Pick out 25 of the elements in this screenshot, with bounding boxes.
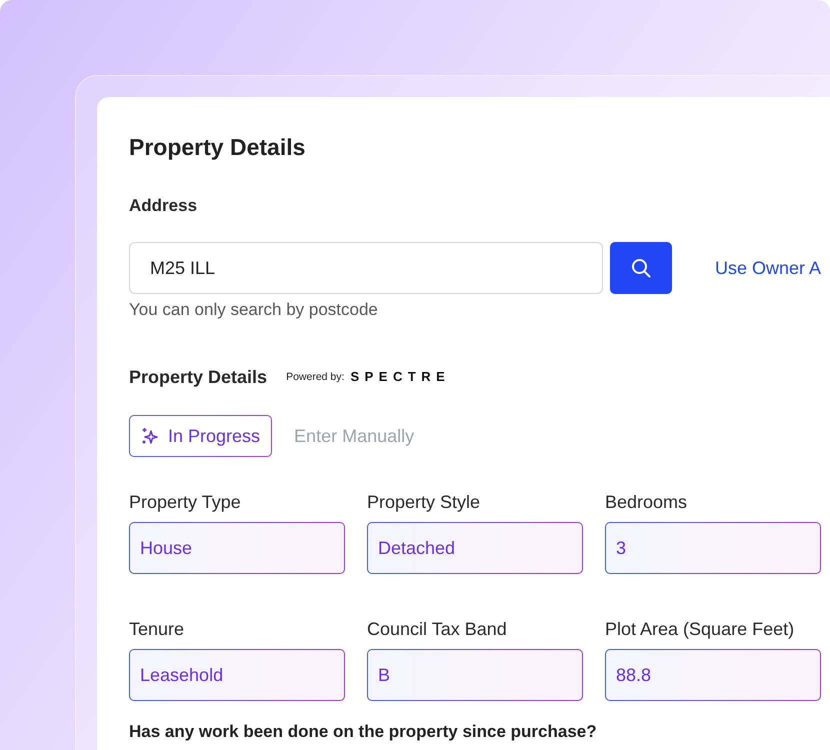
powered-by-label: Powered by: (286, 370, 344, 384)
text-field[interactable]: House (129, 522, 345, 574)
text-field[interactable]: B (367, 649, 583, 701)
use-owner-address-link[interactable]: Use Owner A (715, 257, 822, 279)
tab[interactable]: In Progress (129, 415, 272, 457)
field-label: Bedrooms (605, 491, 688, 513)
search-icon (631, 258, 651, 278)
text-field[interactable]: 88.8 (605, 649, 821, 701)
page-title: Property Details (129, 133, 306, 161)
field-label: Council Tax Band (367, 618, 507, 640)
text-field[interactable]: 3 (605, 522, 821, 574)
field-label: Tenure (129, 618, 184, 640)
text-field[interactable]: Leasehold (129, 649, 345, 701)
text-field[interactable]: Detached (367, 522, 583, 574)
field-label: Plot Area (Square Feet) (605, 618, 794, 640)
question-text: Has any work been done on the property since purchase? (129, 721, 597, 743)
section-heading: Property Details (129, 366, 268, 388)
field-label: Property Style (367, 491, 480, 513)
address-label: Address (129, 195, 198, 217)
field-label: Property Type (129, 491, 241, 513)
helper-text: You can only search by postcode (129, 300, 378, 320)
search-button[interactable] (610, 242, 672, 294)
postcode-input[interactable]: M25 ILL (129, 242, 603, 294)
sparkle-icon (141, 427, 159, 445)
logo-wordmark: SPECTRE (350, 369, 450, 385)
